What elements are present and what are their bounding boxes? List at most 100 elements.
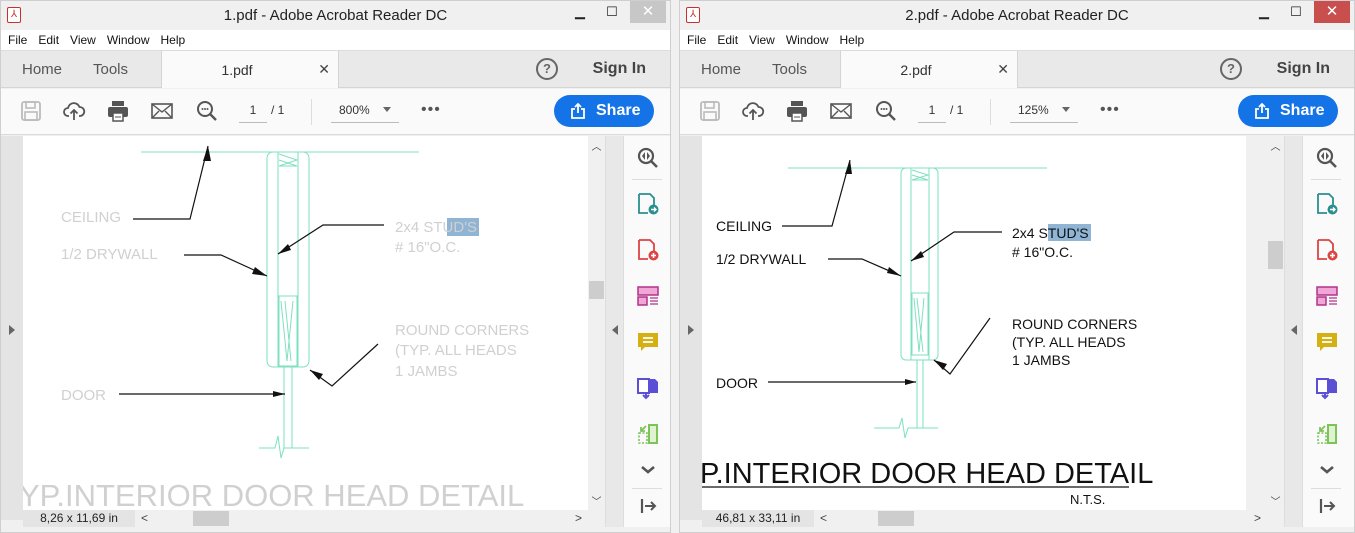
page-number-input[interactable]: 1: [239, 103, 267, 123]
vertical-scrollbar[interactable]: ︿ ﹀: [1267, 136, 1284, 510]
page-number-input[interactable]: 1: [918, 103, 946, 123]
expand-left-panel-icon: [9, 325, 15, 335]
maximize-button[interactable]: ☐: [1278, 1, 1314, 23]
more-tools-icon[interactable]: •••: [421, 101, 441, 119]
organize-pages-icon[interactable]: [1315, 284, 1339, 308]
scroll-down-icon[interactable]: ﹀: [588, 493, 605, 508]
label-corners-1: ROUND CORNERS: [395, 322, 529, 339]
vertical-scroll-thumb[interactable]: [589, 281, 604, 299]
scroll-left-icon[interactable]: <: [820, 510, 827, 527]
document-view[interactable]: CEILING 1/2 DRYWALL 2x4 STUD'S # 16"O.C.…: [702, 136, 1246, 510]
close-tab-icon[interactable]: ✕: [318, 61, 330, 78]
page-total: / 1: [271, 103, 285, 117]
email-icon[interactable]: [829, 99, 853, 123]
right-panel-toggle[interactable]: [605, 136, 623, 527]
help-icon[interactable]: ?: [536, 58, 558, 80]
tab-document[interactable]: 2.pdf ✕: [840, 51, 1018, 88]
expand-more-icon[interactable]: [636, 458, 660, 482]
left-panel-toggle[interactable]: [680, 136, 702, 520]
menu-window[interactable]: Window: [779, 30, 833, 47]
label-ceiling: CEILING: [61, 209, 121, 226]
collapse-right-panel-icon: [612, 325, 618, 335]
tab-document[interactable]: 1.pdf ✕: [161, 51, 339, 88]
menu-file[interactable]: File: [680, 30, 710, 47]
tools-pane: [1302, 136, 1354, 527]
zoom-search-icon[interactable]: [195, 99, 219, 123]
more-tools-icon[interactable]: •••: [1100, 101, 1120, 119]
zoom-tool-icon[interactable]: [1315, 146, 1339, 170]
vertical-scrollbar[interactable]: ︿ ﹀: [588, 136, 605, 510]
studs-pre: 2x4: [1012, 225, 1038, 241]
tab-home[interactable]: Home: [701, 61, 741, 78]
vertical-scroll-thumb[interactable]: [1268, 241, 1283, 269]
collapse-panel-icon[interactable]: [1315, 494, 1339, 518]
scroll-down-icon[interactable]: ﹀: [1267, 493, 1284, 508]
tab-document-label: 2.pdf: [900, 62, 932, 78]
print-icon[interactable]: [785, 99, 809, 123]
toolbar-divider: [311, 99, 312, 125]
share-button[interactable]: Share: [554, 95, 654, 127]
sign-in-button[interactable]: Sign In: [1277, 60, 1330, 78]
studs-leader: [277, 224, 384, 255]
scroll-up-icon[interactable]: ︿: [1267, 138, 1284, 153]
scroll-left-icon[interactable]: <: [141, 510, 148, 527]
zoom-search-icon[interactable]: [874, 99, 898, 123]
menu-bar: File Edit View Window Help: [680, 30, 1354, 51]
menu-help[interactable]: Help: [154, 30, 190, 47]
save-icon[interactable]: [698, 99, 722, 123]
menu-help[interactable]: Help: [833, 30, 869, 47]
right-panel-toggle[interactable]: [1284, 136, 1302, 527]
comment-icon[interactable]: [1315, 330, 1339, 354]
scroll-right-icon[interactable]: >: [1254, 510, 1261, 527]
menu-file[interactable]: File: [1, 30, 31, 47]
close-window-button[interactable]: ✕: [630, 1, 666, 23]
acrobat-window-1: ⅄ 1.pdf - Adobe Acrobat Reader DC ▁ ☐ ✕ …: [0, 0, 671, 533]
print-icon[interactable]: [106, 99, 130, 123]
export-pdf-icon[interactable]: [1315, 192, 1339, 216]
document-view[interactable]: CEILING 1/2 DRYWALL 2x4 STUD'S # 16"O.C.…: [23, 136, 588, 510]
zoom-level-dropdown[interactable]: 800%: [331, 103, 399, 123]
minimize-button[interactable]: ▁: [562, 1, 598, 23]
horizontal-scroll-thumb[interactable]: [878, 511, 914, 526]
menu-edit[interactable]: Edit: [710, 30, 742, 47]
share-button[interactable]: Share: [1238, 95, 1338, 127]
export-pdf-icon[interactable]: [636, 192, 660, 216]
combine-files-icon[interactable]: [636, 376, 660, 400]
help-icon[interactable]: ?: [1220, 58, 1242, 80]
comment-icon[interactable]: [636, 330, 660, 354]
organize-pages-icon[interactable]: [636, 284, 660, 308]
create-pdf-icon[interactable]: [1315, 238, 1339, 262]
menu-view[interactable]: View: [63, 30, 100, 47]
studs-post: 'S: [1077, 225, 1089, 241]
compress-icon[interactable]: [636, 422, 660, 446]
collapse-panel-icon[interactable]: [636, 494, 660, 518]
tab-tools[interactable]: Tools: [772, 61, 807, 78]
chevron-down-icon: [1062, 107, 1070, 112]
zoom-level-dropdown[interactable]: 125%: [1010, 103, 1078, 123]
scroll-up-icon[interactable]: ︿: [588, 138, 605, 153]
create-pdf-icon[interactable]: [636, 238, 660, 262]
upload-cloud-icon[interactable]: [741, 99, 765, 123]
ceiling-leader: [782, 159, 851, 227]
sign-in-button[interactable]: Sign In: [593, 60, 646, 78]
close-tab-icon[interactable]: ✕: [997, 61, 1009, 78]
left-panel-toggle[interactable]: [1, 136, 23, 520]
maximize-button[interactable]: ☐: [594, 1, 630, 23]
menu-window[interactable]: Window: [100, 30, 154, 47]
tab-home[interactable]: Home: [22, 61, 62, 78]
combine-files-icon[interactable]: [1315, 376, 1339, 400]
horizontal-scroll-thumb[interactable]: [193, 511, 229, 526]
scroll-right-icon[interactable]: >: [575, 510, 582, 527]
tab-tools[interactable]: Tools: [93, 61, 128, 78]
email-icon[interactable]: [150, 99, 174, 123]
menu-edit[interactable]: Edit: [31, 30, 63, 47]
upload-cloud-icon[interactable]: [62, 99, 86, 123]
save-icon[interactable]: [19, 99, 43, 123]
menu-view[interactable]: View: [742, 30, 779, 47]
zoom-tool-icon[interactable]: [636, 146, 660, 170]
expand-more-icon[interactable]: [1315, 458, 1339, 482]
close-window-button[interactable]: ✕: [1314, 1, 1350, 23]
minimize-button[interactable]: ▁: [1246, 1, 1282, 23]
compress-icon[interactable]: [1315, 422, 1339, 446]
blocking-top: [278, 153, 299, 167]
